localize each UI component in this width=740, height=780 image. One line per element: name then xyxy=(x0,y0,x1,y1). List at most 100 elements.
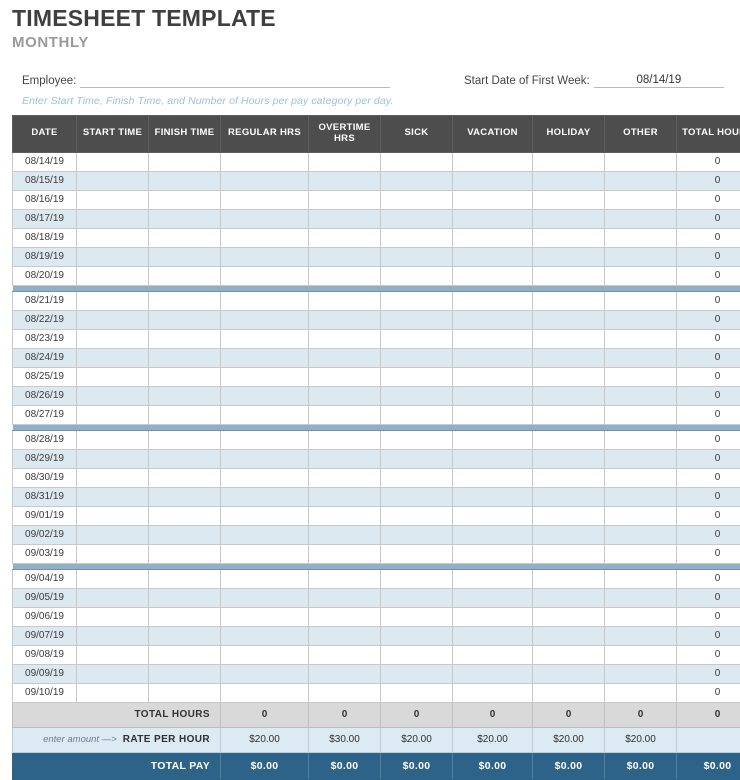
cell-finish-time[interactable] xyxy=(149,664,221,683)
cell-vacation[interactable] xyxy=(453,626,533,645)
cell-other[interactable] xyxy=(605,209,677,228)
cell-sick[interactable] xyxy=(381,348,453,367)
cell-sick[interactable] xyxy=(381,588,453,607)
employee-input[interactable] xyxy=(80,72,390,88)
cell-overtime-hrs[interactable] xyxy=(309,468,381,487)
cell-finish-time[interactable] xyxy=(149,291,221,310)
cell-start-time[interactable] xyxy=(77,228,149,247)
cell-other[interactable] xyxy=(605,487,677,506)
cell-finish-time[interactable] xyxy=(149,171,221,190)
cell-sick[interactable] xyxy=(381,171,453,190)
cell-holiday[interactable] xyxy=(533,247,605,266)
cell-holiday[interactable] xyxy=(533,588,605,607)
cell-holiday[interactable] xyxy=(533,266,605,285)
cell-overtime-hrs[interactable] xyxy=(309,152,381,171)
rate-regular[interactable]: $20.00 xyxy=(221,727,309,752)
cell-overtime-hrs[interactable] xyxy=(309,588,381,607)
cell-finish-time[interactable] xyxy=(149,152,221,171)
cell-other[interactable] xyxy=(605,468,677,487)
cell-finish-time[interactable] xyxy=(149,544,221,563)
cell-holiday[interactable] xyxy=(533,190,605,209)
cell-start-time[interactable] xyxy=(77,664,149,683)
cell-other[interactable] xyxy=(605,525,677,544)
cell-other[interactable] xyxy=(605,386,677,405)
cell-start-time[interactable] xyxy=(77,310,149,329)
cell-regular-hrs[interactable] xyxy=(221,310,309,329)
cell-vacation[interactable] xyxy=(453,430,533,449)
cell-finish-time[interactable] xyxy=(149,430,221,449)
cell-finish-time[interactable] xyxy=(149,405,221,424)
cell-holiday[interactable] xyxy=(533,171,605,190)
cell-overtime-hrs[interactable] xyxy=(309,329,381,348)
cell-regular-hrs[interactable] xyxy=(221,588,309,607)
cell-regular-hrs[interactable] xyxy=(221,209,309,228)
cell-start-time[interactable] xyxy=(77,247,149,266)
cell-regular-hrs[interactable] xyxy=(221,626,309,645)
cell-overtime-hrs[interactable] xyxy=(309,449,381,468)
cell-overtime-hrs[interactable] xyxy=(309,506,381,525)
cell-other[interactable] xyxy=(605,683,677,702)
cell-vacation[interactable] xyxy=(453,171,533,190)
cell-finish-time[interactable] xyxy=(149,569,221,588)
cell-regular-hrs[interactable] xyxy=(221,506,309,525)
cell-regular-hrs[interactable] xyxy=(221,607,309,626)
cell-finish-time[interactable] xyxy=(149,266,221,285)
cell-overtime-hrs[interactable] xyxy=(309,569,381,588)
cell-start-time[interactable] xyxy=(77,468,149,487)
cell-other[interactable] xyxy=(605,266,677,285)
cell-regular-hrs[interactable] xyxy=(221,544,309,563)
cell-holiday[interactable] xyxy=(533,449,605,468)
cell-overtime-hrs[interactable] xyxy=(309,171,381,190)
cell-start-time[interactable] xyxy=(77,683,149,702)
cell-vacation[interactable] xyxy=(453,645,533,664)
cell-overtime-hrs[interactable] xyxy=(309,348,381,367)
cell-start-time[interactable] xyxy=(77,209,149,228)
cell-other[interactable] xyxy=(605,405,677,424)
cell-start-time[interactable] xyxy=(77,367,149,386)
cell-holiday[interactable] xyxy=(533,645,605,664)
cell-holiday[interactable] xyxy=(533,683,605,702)
cell-overtime-hrs[interactable] xyxy=(309,544,381,563)
cell-overtime-hrs[interactable] xyxy=(309,405,381,424)
cell-holiday[interactable] xyxy=(533,487,605,506)
cell-finish-time[interactable] xyxy=(149,449,221,468)
cell-vacation[interactable] xyxy=(453,310,533,329)
cell-other[interactable] xyxy=(605,645,677,664)
cell-sick[interactable] xyxy=(381,228,453,247)
cell-holiday[interactable] xyxy=(533,291,605,310)
cell-start-time[interactable] xyxy=(77,626,149,645)
cell-overtime-hrs[interactable] xyxy=(309,430,381,449)
cell-holiday[interactable] xyxy=(533,386,605,405)
cell-overtime-hrs[interactable] xyxy=(309,626,381,645)
rate-overtime[interactable]: $30.00 xyxy=(309,727,381,752)
cell-sick[interactable] xyxy=(381,152,453,171)
cell-finish-time[interactable] xyxy=(149,386,221,405)
cell-start-time[interactable] xyxy=(77,588,149,607)
cell-vacation[interactable] xyxy=(453,449,533,468)
cell-regular-hrs[interactable] xyxy=(221,386,309,405)
cell-start-time[interactable] xyxy=(77,449,149,468)
cell-sick[interactable] xyxy=(381,386,453,405)
cell-overtime-hrs[interactable] xyxy=(309,291,381,310)
cell-holiday[interactable] xyxy=(533,468,605,487)
cell-regular-hrs[interactable] xyxy=(221,247,309,266)
rate-holiday[interactable]: $20.00 xyxy=(533,727,605,752)
cell-holiday[interactable] xyxy=(533,525,605,544)
cell-holiday[interactable] xyxy=(533,626,605,645)
cell-overtime-hrs[interactable] xyxy=(309,525,381,544)
cell-vacation[interactable] xyxy=(453,367,533,386)
cell-vacation[interactable] xyxy=(453,386,533,405)
cell-holiday[interactable] xyxy=(533,209,605,228)
cell-regular-hrs[interactable] xyxy=(221,525,309,544)
cell-overtime-hrs[interactable] xyxy=(309,247,381,266)
start-date-input[interactable]: 08/14/19 xyxy=(594,72,724,88)
cell-sick[interactable] xyxy=(381,247,453,266)
cell-vacation[interactable] xyxy=(453,209,533,228)
cell-other[interactable] xyxy=(605,569,677,588)
cell-sick[interactable] xyxy=(381,291,453,310)
cell-regular-hrs[interactable] xyxy=(221,645,309,664)
cell-overtime-hrs[interactable] xyxy=(309,487,381,506)
cell-vacation[interactable] xyxy=(453,569,533,588)
cell-finish-time[interactable] xyxy=(149,645,221,664)
cell-regular-hrs[interactable] xyxy=(221,664,309,683)
